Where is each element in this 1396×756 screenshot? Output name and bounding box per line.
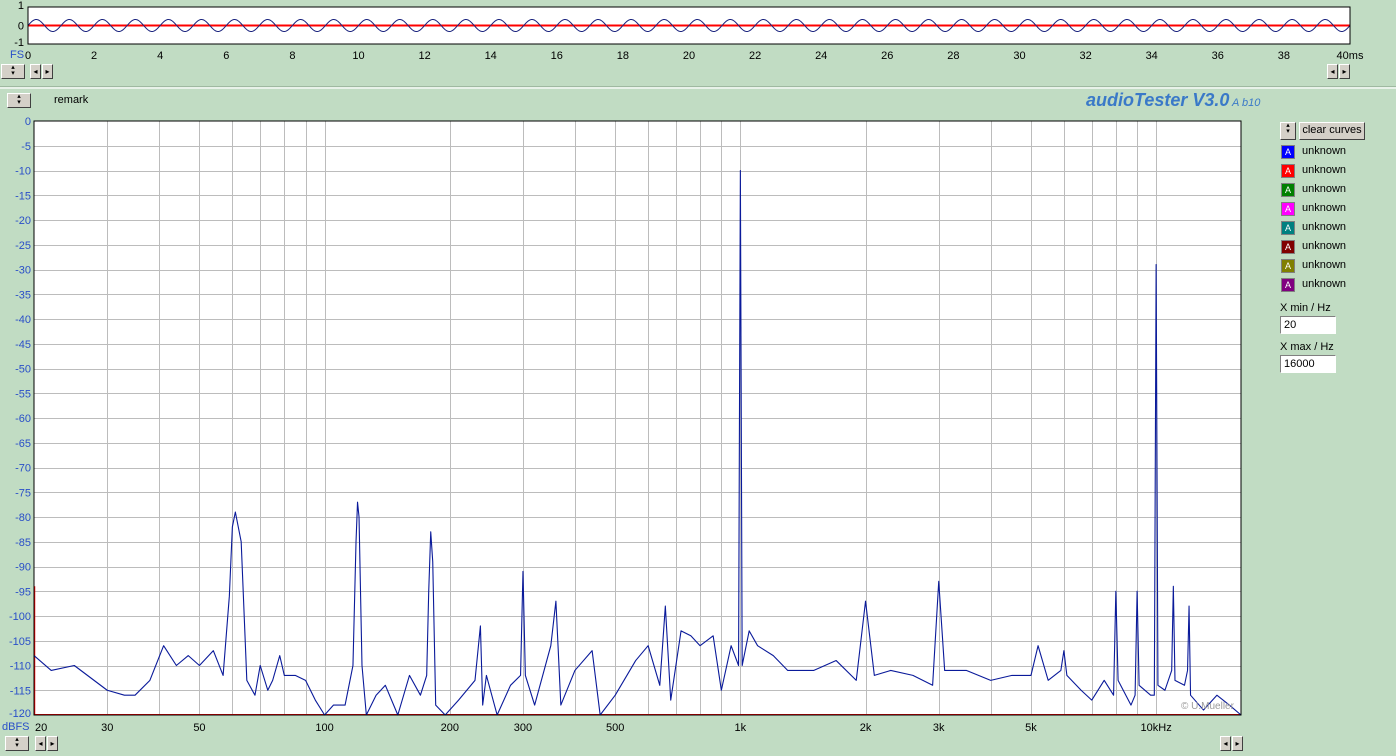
spectrum-zoom-spinner[interactable]: ▴ ▾ <box>5 736 29 751</box>
spectrum-y-tick: -35 <box>15 289 31 301</box>
curve-color-swatch[interactable]: A <box>1281 145 1295 159</box>
spectrum-y-tick: -10 <box>15 166 31 178</box>
spectrum-y-tick: -70 <box>15 463 31 475</box>
spectrum-y-tick: -90 <box>15 562 31 574</box>
legend-spinner[interactable]: ▴ ▾ <box>1280 122 1296 140</box>
arrow-right-icon[interactable]: ▸ <box>1232 736 1243 751</box>
spectrum-x-tick: 2k <box>860 722 872 734</box>
curve-color-swatch[interactable]: A <box>1281 164 1295 178</box>
spectrum-y-tick: -55 <box>15 388 31 400</box>
spectrum-y-tick: -120 <box>9 708 31 720</box>
legend-item-label: unknown <box>1302 221 1347 233</box>
clear-curves-button[interactable]: clear curves <box>1299 122 1365 140</box>
spectrum-y-tick: 0 <box>25 116 31 128</box>
spectrum-y-tick: -80 <box>15 512 31 524</box>
spectrum-y-tick: -15 <box>15 190 31 202</box>
spectrum-y-tick: -30 <box>15 265 31 277</box>
spectrum-x-tick: 10kHz <box>1141 722 1172 734</box>
arrow-left-icon[interactable]: ◂ <box>1220 736 1231 751</box>
legend-item-label: unknown <box>1302 145 1347 157</box>
arrow-left-icon[interactable]: ◂ <box>35 736 46 751</box>
spectrum-y-tick: -65 <box>15 438 31 450</box>
legend-item-label: unknown <box>1302 278 1347 290</box>
xmin-label: X min / Hz <box>1280 302 1331 314</box>
spectrum-x-tick: 3k <box>933 722 945 734</box>
spectrum-y-tick: -85 <box>15 537 31 549</box>
spectrum-x-tick: 50 <box>193 722 205 734</box>
legend-item-label: unknown <box>1302 164 1347 176</box>
curve-color-swatch[interactable]: A <box>1281 221 1295 235</box>
legend-item-label: unknown <box>1302 183 1347 195</box>
xmin-input[interactable] <box>1280 316 1336 334</box>
spectrum-x-tick: 5k <box>1025 722 1037 734</box>
spectrum-y-tick: -45 <box>15 339 31 351</box>
spectrum-x-tick: 300 <box>514 722 532 734</box>
spectrum-panel: 20 30 50 100 200 300 500 1k 2k 3k 5k 10kHz 0 -5 -10 -15… <box>2 116 1242 734</box>
spectrum-x-tick: 1k <box>735 722 747 734</box>
spectrum-y-unit: dBFS <box>2 721 30 733</box>
spectrum-y-tick: -25 <box>15 240 31 252</box>
arrow-right-icon[interactable]: ▸ <box>47 736 58 751</box>
legend-item-label: unknown <box>1302 240 1347 252</box>
legend-item-label: unknown <box>1302 259 1347 271</box>
spectrum-y-tick: -5 <box>21 141 31 153</box>
curve-color-swatch[interactable]: A <box>1281 240 1295 254</box>
spectrum-y-tick: -95 <box>15 586 31 598</box>
spectrum-x-tick: 20 <box>35 722 47 734</box>
curve-color-swatch[interactable]: A <box>1281 278 1295 292</box>
copyright-text: © U.Mueller <box>1181 701 1234 712</box>
spectrum-x-tick: 500 <box>606 722 624 734</box>
curve-color-swatch[interactable]: A <box>1281 202 1295 216</box>
xmax-label: X max / Hz <box>1280 341 1334 353</box>
spectrum-x-tick: 30 <box>101 722 113 734</box>
curve-color-swatch[interactable]: A <box>1281 259 1295 273</box>
spectrum-y-tick: -40 <box>15 314 31 326</box>
spectrum-y-tick: -115 <box>10 685 31 697</box>
spectrum-y-tick: -110 <box>10 661 31 673</box>
xmax-input[interactable] <box>1280 355 1336 373</box>
spectrum-y-tick: -75 <box>15 487 31 499</box>
spectrum-x-tick: 100 <box>315 722 333 734</box>
spectrum-y-tick: -50 <box>15 364 31 376</box>
spectrum-y-tick: -100 <box>9 611 31 623</box>
curve-color-swatch[interactable]: A <box>1281 183 1295 197</box>
spectrum-y-tick: -105 <box>9 636 31 648</box>
spectrum-y-tick: -60 <box>15 413 31 425</box>
spectrum-x-tick: 200 <box>441 722 459 734</box>
spectrum-y-tick: -20 <box>15 215 31 227</box>
legend-item-label: unknown <box>1302 202 1347 214</box>
